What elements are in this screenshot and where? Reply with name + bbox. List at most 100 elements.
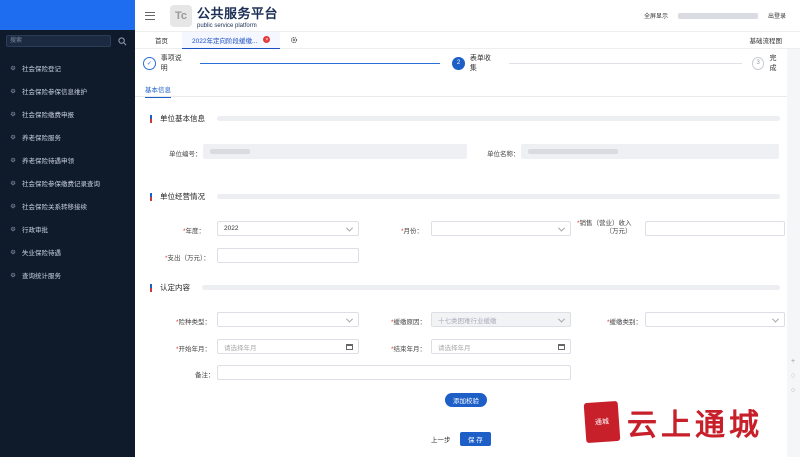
search-icon[interactable]	[117, 36, 127, 46]
defer-category-select[interactable]	[645, 312, 785, 327]
chevron-down-icon	[345, 315, 354, 323]
sidebar-item-administrative-approval[interactable]: 行政审批	[0, 217, 135, 240]
user-name-redacted	[677, 12, 758, 19]
main-panel: ✓ 事项说明 2 表单收集 3 完成 基本信息 单位基本信息 单位编号： 单位名…	[135, 49, 787, 457]
sidebar-item-label: 查询统计服务	[22, 272, 61, 280]
step-1-label: 事项说明	[160, 55, 182, 72]
section-marker	[150, 114, 152, 123]
unit-code-field	[203, 144, 467, 159]
unit-name-field	[521, 144, 779, 159]
bell-icon[interactable]: ♢	[790, 372, 796, 380]
defer-category-label: *缓缴类别：	[607, 319, 643, 326]
sidebar-item-statistics-query[interactable]: 查询统计服务	[0, 263, 135, 286]
sidebar-item-payment-record-query[interactable]: 社会保险参保缴费记录查询	[0, 171, 135, 194]
insurance-type-select[interactable]	[217, 312, 359, 327]
unit-code-label: 单位编号：	[169, 151, 202, 158]
end-month-picker[interactable]: 请选择年月	[431, 339, 571, 354]
end-month-label: *结束年月：	[391, 346, 427, 353]
start-month-picker[interactable]: 请选择年月	[217, 339, 359, 354]
tab-active[interactable]: 2022年定向阶段缓缴... ×	[182, 31, 281, 49]
month-select[interactable]	[431, 221, 571, 236]
remark-input[interactable]	[217, 365, 571, 380]
sidebar-item-label: 社会保险登记	[22, 65, 61, 73]
plus-icon[interactable]: +	[791, 358, 795, 365]
year-label: *年度：	[183, 228, 206, 235]
remark-label: 备注：	[195, 372, 215, 379]
expense-input[interactable]	[217, 248, 359, 263]
month-label: *月份：	[401, 228, 424, 235]
section-title: 认定内容	[160, 283, 190, 292]
redacted-value	[210, 149, 250, 154]
sidebar-item-label: 社会保险关系转移接续	[22, 203, 87, 211]
logout-button[interactable]: 出登录	[768, 11, 786, 20]
gear-icon[interactable]	[290, 36, 298, 44]
section-operation: 单位经营情况	[150, 191, 780, 202]
gear-icon	[10, 226, 16, 231]
sidebar-item-payment-declaration[interactable]: 社会保险缴费申报	[0, 102, 135, 125]
subtab-divider	[135, 96, 787, 97]
brand: Tc 公共服务平台 public service platform	[170, 3, 278, 29]
sidebar-logo-area	[0, 0, 135, 30]
menu-toggle-icon[interactable]	[145, 11, 155, 20]
close-icon[interactable]: ×	[263, 36, 271, 43]
brand-logo: Tc	[170, 4, 192, 27]
section-rule	[217, 116, 780, 121]
step-indicator: ✓ 事项说明 2 表单收集 3 完成	[143, 55, 783, 72]
app-title: 公共服务平台	[197, 5, 279, 21]
step-3-number: 3	[751, 56, 765, 70]
sidebar-search-input[interactable]: 搜索	[6, 35, 111, 47]
unit-name-label: 单位名称：	[487, 151, 520, 158]
sales-revenue-label: *销售（营业）收入 （万元）	[577, 220, 632, 235]
section-basic-info: 单位基本信息	[150, 113, 780, 124]
floating-tools: + ♢ ○	[788, 358, 798, 394]
section-title: 单位基本信息	[160, 114, 205, 123]
watermark: 通城 云上通城	[583, 400, 763, 444]
watermark-text: 云上通城	[627, 408, 763, 443]
step-3-label: 完成	[769, 55, 777, 72]
sidebar-item-pension-benefit-claim[interactable]: 养老保险待遇申领	[0, 148, 135, 171]
sidebar-item-insured-info-maintenance[interactable]: 社会保险参保信息维护	[0, 79, 135, 102]
add-check-button[interactable]: 添加校验	[445, 393, 487, 407]
section-title: 单位经营情况	[160, 192, 205, 201]
defer-reason-label: *缓缴原因：	[391, 319, 427, 326]
tab-active-label: 2022年定向阶段缓缴...	[192, 37, 258, 45]
year-select[interactable]: 2022	[217, 221, 359, 236]
refresh-icon[interactable]: ○	[791, 387, 795, 394]
gear-icon	[10, 157, 16, 162]
save-button[interactable]: 保 存	[460, 432, 491, 446]
calendar-icon	[558, 344, 565, 350]
sidebar-item-label: 养老保险待遇申领	[22, 157, 74, 165]
sidebar-item-social-insurance-registration[interactable]: 社会保险登记	[0, 56, 135, 79]
sidebar-item-label: 行政审批	[22, 226, 48, 234]
sidebar-item-label: 养老保险服务	[22, 134, 61, 142]
chevron-down-icon	[557, 315, 566, 323]
flowchart-link[interactable]: 基础流程图	[750, 35, 783, 45]
gear-icon	[10, 203, 16, 208]
gear-icon	[10, 88, 16, 93]
step-2-number: 2	[452, 56, 465, 70]
top-header: Tc 公共服务平台 public service platform 全屏显示 出…	[135, 0, 800, 31]
step-1-check-icon: ✓	[143, 56, 156, 70]
expense-label: *支出（万元）：	[165, 255, 210, 262]
section-marker	[150, 192, 152, 201]
section-rule	[217, 194, 780, 199]
sidebar-item-label: 社会保险参保信息维护	[22, 88, 87, 96]
insurance-type-label: *险种类型：	[176, 319, 212, 326]
tab-bar: 首页 2022年定向阶段缓缴... × 基础流程图	[135, 31, 800, 49]
sidebar-item-relationship-transfer[interactable]: 社会保险关系转移接续	[0, 194, 135, 217]
section-marker	[150, 283, 152, 292]
sidebar: 搜索 社会保险登记 社会保险参保信息维护 社会保险缴费申报 养老保险服务 养老保…	[0, 0, 135, 457]
gear-icon	[10, 65, 16, 70]
app-subtitle: public service platform	[197, 22, 257, 29]
tab-home[interactable]: 首页	[135, 35, 182, 45]
prev-step-button[interactable]: 上一步	[425, 432, 457, 446]
sidebar-item-unemployment-benefit[interactable]: 失业保险待遇	[0, 240, 135, 263]
step-2-label: 表单收集	[469, 55, 491, 72]
sidebar-item-pension-service[interactable]: 养老保险服务	[0, 125, 135, 148]
sidebar-item-label: 失业保险待遇	[22, 249, 61, 257]
gear-icon	[10, 134, 16, 139]
chevron-down-icon	[771, 315, 780, 323]
watermark-seal: 通城	[583, 400, 621, 444]
fullscreen-button[interactable]: 全屏显示	[644, 11, 668, 20]
sales-revenue-input[interactable]	[645, 221, 785, 236]
